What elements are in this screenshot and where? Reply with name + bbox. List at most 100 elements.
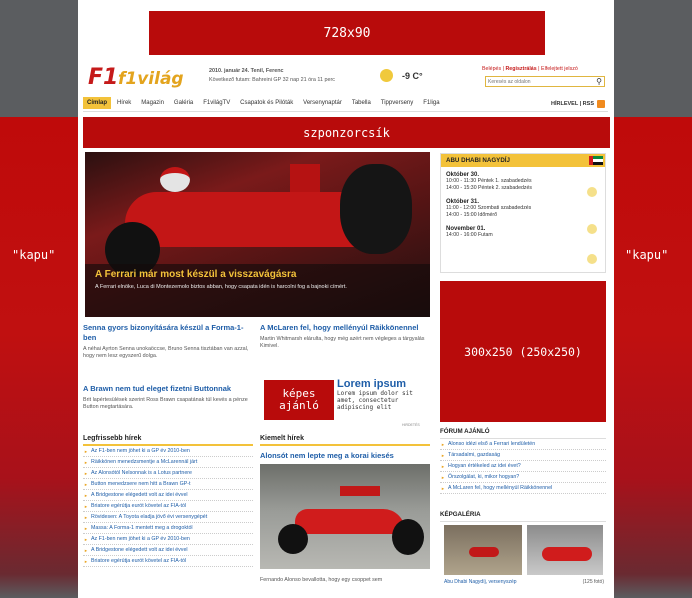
gallery-thumb-1[interactable] bbox=[444, 525, 522, 575]
gallery-thumb-1-car bbox=[469, 547, 499, 557]
hero-car-wing bbox=[290, 164, 320, 192]
gallery-thumb-2[interactable] bbox=[527, 525, 603, 575]
sun-icon bbox=[587, 187, 597, 197]
left-gray-top bbox=[0, 0, 78, 117]
schedule-row: 10:00 - 11:30 Péntek 1. szabadedzés bbox=[446, 178, 532, 184]
nav-item-csapatok[interactable]: Csapatok és Pilóták bbox=[236, 97, 297, 109]
forum-item[interactable]: Őrszolgálat, ki, mikor hogyan? bbox=[440, 472, 606, 483]
schedule-day-1: Október 30. 10:00 - 11:30 Péntek 1. szab… bbox=[441, 167, 605, 192]
weather-temp: -9 C° bbox=[402, 71, 423, 81]
nav-item-magazin[interactable]: Magazin bbox=[137, 97, 168, 109]
hero-wheel-right bbox=[340, 164, 412, 254]
search-icon[interactable]: ⚲ bbox=[596, 77, 602, 86]
hero-title[interactable]: A Ferrari már most készül a visszavágásr… bbox=[95, 269, 296, 280]
ad-label: HIRDETÉS bbox=[402, 423, 420, 427]
next-race[interactable]: Következő futam: Bahreini GP 32 nap 21 ó… bbox=[209, 77, 374, 84]
lorem-ad-text: Lorem ipsum dolor sit amet, consectetur … bbox=[337, 390, 413, 411]
featured-text: Fernando Alonso bevallotta, hogy egy cso… bbox=[260, 577, 383, 583]
main-nav: Címlap Hírek Magazin Galéria F1világTV C… bbox=[83, 97, 608, 112]
right-kapu-label: "kapu" bbox=[625, 248, 669, 262]
rss-icon[interactable] bbox=[597, 100, 605, 108]
forum-item[interactable]: Társadalmi, gazdaság bbox=[440, 450, 606, 461]
featured-car-body bbox=[295, 509, 405, 534]
forum-item[interactable]: A McLaren fel, hogy mellényúl Räikkönenn… bbox=[440, 483, 606, 494]
forum-item[interactable]: Hogyan értékeled az idei évet? bbox=[440, 461, 606, 472]
forum-item[interactable]: Alonso idézi első a Ferrari lendületén bbox=[440, 439, 606, 450]
race-schedule: ABU DHABI NAGYDÍJ Október 30. 10:00 - 11… bbox=[440, 153, 606, 273]
forum-recommendations: FÓRUM AJÁNLÓ Alonso idézi első a Ferrari… bbox=[440, 428, 606, 494]
left-kapu-ad[interactable] bbox=[0, 117, 78, 598]
gallery-caption: Abu Dhabi Nagydíj, versenyszép (125 fotó… bbox=[444, 579, 604, 585]
newsletter-rss-links[interactable]: HÍRLEVEL | RSS bbox=[551, 101, 594, 107]
nav-item-tv[interactable]: F1világTV bbox=[199, 97, 234, 109]
login-link[interactable]: Belépés bbox=[482, 66, 501, 72]
list-item[interactable]: Briatore egérútja eurót követel az FIA-t… bbox=[83, 501, 253, 512]
featured-headline[interactable]: Alonsót nem lepte meg a korai kiesés bbox=[260, 451, 430, 460]
schedule-day-2: Október 31. 11:00 - 12:00 Szombati szaba… bbox=[441, 192, 605, 219]
register-link[interactable]: Regisztrálás bbox=[505, 66, 536, 72]
list-item[interactable]: Az F1-ben nem jöhet ki a GP év 2010-ben bbox=[83, 534, 253, 545]
list-item[interactable]: A Bridgestone elégedett volt az idei évv… bbox=[83, 490, 253, 501]
article-1-title[interactable]: Senna gyors bizonyítására készül a Forma… bbox=[83, 323, 253, 343]
logo-f1-icon: F1 bbox=[88, 65, 119, 90]
article-2-text: Martin Whitmarsh elárulta, hogy még azér… bbox=[260, 336, 425, 349]
schedule-day-3: November 01. 14:00 - 16:00 Futam bbox=[441, 219, 605, 239]
list-item[interactable]: Az F1-ben nem jöhet ki a GP év 2010-ben bbox=[83, 446, 253, 457]
featured-news-title: Kiemelt hírek bbox=[260, 435, 430, 446]
featured-image[interactable] bbox=[260, 464, 430, 569]
gallery-caption-text[interactable]: Abu Dhabi Nagydíj, versenyszép bbox=[444, 579, 517, 585]
featured-wheel-right bbox=[392, 519, 424, 555]
logo-text: f1világ bbox=[118, 69, 184, 89]
list-item[interactable]: Az Alonsótól Nelsonnak is a Lotus partne… bbox=[83, 468, 253, 479]
featured-car-wing bbox=[340, 486, 380, 496]
right-gray-top bbox=[614, 0, 692, 117]
popular-news-title: Legfrissebb hírek bbox=[83, 435, 253, 446]
search-input[interactable] bbox=[486, 77, 586, 86]
nav-item-versenynaptar[interactable]: Versenynaptár bbox=[299, 97, 346, 109]
hero-car-helmet bbox=[160, 167, 190, 192]
list-item[interactable]: Massa: A Forma-1 mentett meg a drogoktól bbox=[83, 523, 253, 534]
article-2-title[interactable]: A McLaren fel, hogy mellényúl Räikkönenn… bbox=[260, 323, 430, 333]
forgot-link[interactable]: Elfelejtett jelszó bbox=[541, 66, 578, 72]
schedule-header: ABU DHABI NAGYDÍJ bbox=[441, 154, 605, 167]
list-item[interactable]: Button menedzsere nem hitt a Brawn GP-t bbox=[83, 479, 253, 490]
gallery-thumb-2-car bbox=[542, 547, 592, 561]
small-image-ad[interactable]: képes ajánló bbox=[264, 380, 334, 420]
article-3-text: Brit lapértesülések szerint Ross Brawn c… bbox=[83, 397, 248, 410]
sun-weather-icon bbox=[380, 69, 393, 82]
nav-item-tippverseny[interactable]: Tippverseny bbox=[377, 97, 417, 109]
nav-item-tabella[interactable]: Tabella bbox=[348, 97, 375, 109]
rectangle-ad[interactable]: 300x250 (250x250) bbox=[440, 281, 606, 422]
sun-icon bbox=[587, 254, 597, 264]
schedule-row: 11:00 - 12:00 Szombati szabadedzés bbox=[446, 205, 532, 211]
hero-text: A Ferrari elnöke, Luca di Montezemolo bi… bbox=[95, 284, 347, 290]
search-box: ⚲ bbox=[485, 76, 605, 87]
list-item[interactable]: A Bridgestone elégedett volt az idei évv… bbox=[83, 545, 253, 556]
list-item[interactable]: Rövidesen: A Toyota eladja jövő évi vers… bbox=[83, 512, 253, 523]
article-3-title[interactable]: A Brawn nem tud eleget fizetni Buttonnak bbox=[83, 384, 253, 394]
article-2: A McLaren fel, hogy mellényúl Räikkönenn… bbox=[260, 323, 430, 350]
list-item[interactable]: Räikkönen menedzsmentje a McLarennál jár… bbox=[83, 457, 253, 468]
nav-item-f1liga[interactable]: F1liga bbox=[419, 97, 443, 109]
nav-item-hirek[interactable]: Hírek bbox=[113, 97, 135, 109]
sun-icon bbox=[587, 224, 597, 234]
nav-item-galeria[interactable]: Galéria bbox=[170, 97, 197, 109]
featured-news: Kiemelt hírek Alonsót nem lepte meg a ko… bbox=[260, 435, 430, 584]
lorem-ad[interactable]: Lorem ipsum Lorem ipsum dolor sit amet, … bbox=[337, 378, 430, 411]
logo[interactable]: F1 f1világ bbox=[88, 63, 188, 91]
flag-icon bbox=[589, 156, 603, 165]
hero-image[interactable]: A Ferrari már most készül a visszavágásr… bbox=[85, 152, 430, 317]
list-item[interactable]: Briatore egérútja eurót követel az FIA-t… bbox=[83, 556, 253, 567]
gallery-title: KÉPGALÉRIA bbox=[440, 511, 606, 522]
top-banner-ad[interactable]: 728x90 bbox=[149, 11, 545, 55]
login-links: Belépés | Regisztrálás | Elfelejtett jel… bbox=[482, 66, 578, 72]
article-3: A Brawn nem tud eleget fizetni Buttonnak… bbox=[83, 384, 253, 411]
nav-item-cimlap[interactable]: Címlap bbox=[83, 97, 112, 109]
popular-news: Legfrissebb hírek Az F1-ben nem jöhet ki… bbox=[83, 435, 253, 567]
forum-title: FÓRUM AJÁNLÓ bbox=[440, 428, 606, 439]
schedule-row: 14:00 - 15:30 Péntek 2. szabadedzés bbox=[446, 185, 532, 191]
sponsor-strip-ad[interactable]: szponzorcsík bbox=[83, 117, 610, 148]
photo-gallery: KÉPGALÉRIA Abu Dhabi Nagydíj, versenyszé… bbox=[440, 511, 606, 585]
gallery-count: (125 fotó) bbox=[582, 579, 604, 585]
right-kapu-ad[interactable] bbox=[614, 117, 692, 598]
